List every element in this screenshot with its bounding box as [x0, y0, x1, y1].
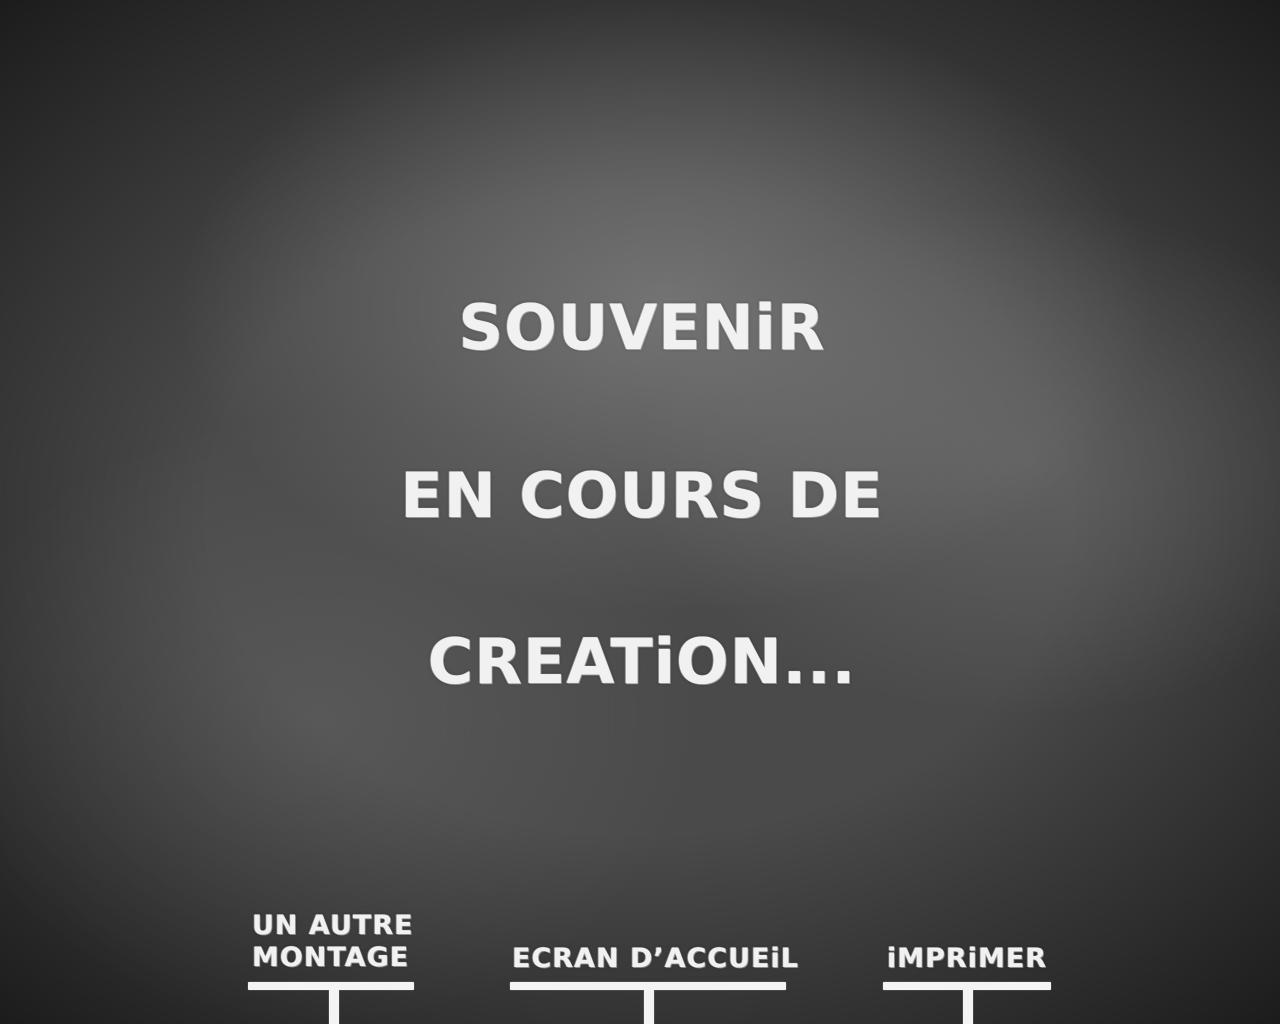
print-label: iMPRiMER — [887, 943, 1048, 974]
status-message-line-3: CREATiON... — [427, 625, 857, 698]
home-screen-stem — [644, 990, 654, 1024]
print-button[interactable]: iMPRiMER — [883, 906, 1051, 1024]
home-screen-label: ECRAN D’ACCUEiL — [512, 943, 799, 974]
status-message-line-2: EN COURS DE — [400, 459, 884, 532]
another-montage-label-line-2: MONTAGE — [252, 942, 410, 973]
print-stem — [963, 990, 973, 1024]
home-screen-button[interactable]: ECRAN D’ACCUEiL — [510, 906, 798, 1024]
another-montage-underline — [248, 982, 414, 990]
home-screen-underline — [510, 982, 786, 990]
another-montage-label: UN AUTRE MONTAGE — [252, 910, 414, 974]
status-message-line-1: SOUVENiR — [458, 291, 826, 364]
print-underline — [883, 982, 1051, 990]
another-montage-button[interactable]: UN AUTRE MONTAGE — [248, 906, 414, 1024]
another-montage-stem — [329, 990, 339, 1024]
another-montage-label-line-1: UN AUTRE — [252, 910, 414, 941]
